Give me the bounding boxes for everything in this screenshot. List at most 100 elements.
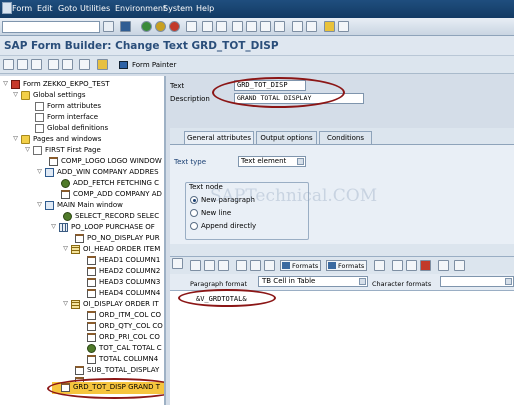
find-replace-icon[interactable] [236, 260, 247, 271]
radio-new-line-label: New line [201, 209, 232, 217]
description-label: Description [170, 95, 210, 103]
radio-append-directly[interactable] [190, 222, 198, 230]
copy-icon[interactable] [204, 260, 215, 271]
back-icon[interactable] [141, 21, 152, 32]
loop-icon [59, 223, 68, 232]
editor-toolbar: Formats Formats [170, 256, 514, 272]
tab-general-attributes[interactable]: General attributes [184, 131, 254, 144]
redo-icon[interactable] [264, 260, 275, 271]
menu-goto[interactable]: Goto [58, 4, 77, 13]
menu-utilities[interactable]: Utilities [80, 4, 110, 13]
collapse-icon[interactable]: ▽ [62, 246, 69, 253]
activate-icon[interactable] [48, 59, 59, 70]
character-format-label: Character formats [372, 280, 432, 288]
text-editor-icon[interactable] [438, 260, 449, 271]
cut-icon[interactable] [190, 260, 201, 271]
paste-icon[interactable] [218, 260, 229, 271]
menu-environment[interactable]: Environment [115, 4, 166, 13]
text-type-label: Text type [174, 158, 207, 166]
program-lines-icon [63, 212, 72, 221]
collapse-icon[interactable]: ▽ [50, 224, 57, 231]
dropdown-icon[interactable] [103, 21, 114, 32]
menu-edit[interactable]: Edit [37, 4, 53, 13]
text-type-select[interactable]: Text element [238, 156, 306, 167]
menu-system[interactable]: System [163, 4, 193, 13]
navigation-tree[interactable]: ▽ Form ZEKKO_EKPO_TEST ▽ Global settings F… [0, 76, 166, 405]
menu-help[interactable]: Help [196, 4, 214, 13]
command-field[interactable] [2, 21, 100, 33]
watermark: SAPTechnical.COM [210, 186, 378, 206]
template-icon [71, 300, 80, 309]
print-preview-icon[interactable] [454, 260, 465, 271]
last-page-icon[interactable] [274, 21, 285, 32]
exit-icon[interactable] [155, 21, 166, 32]
check-icon[interactable] [17, 59, 28, 70]
shortcut-icon[interactable] [306, 21, 317, 32]
print-icon[interactable] [186, 21, 197, 32]
text-editor[interactable] [170, 290, 514, 405]
command-input[interactable] [3, 22, 99, 32]
paragraph-mark-icon[interactable] [374, 260, 385, 271]
text-icon [75, 366, 84, 375]
window-icon [45, 168, 54, 177]
menu-form[interactable]: Form [12, 4, 32, 13]
find-icon[interactable] [202, 21, 213, 32]
dropdown-arrow-icon[interactable] [359, 278, 366, 285]
dropdown-arrow-icon[interactable] [297, 158, 304, 165]
text-icon [87, 278, 96, 287]
collapse-icon[interactable]: ▽ [36, 202, 43, 209]
find-next-icon[interactable] [216, 21, 227, 32]
collapse-icon[interactable]: ▽ [24, 147, 31, 154]
tab-output-options[interactable]: Output options [256, 131, 317, 144]
collapse-icon[interactable]: ▽ [62, 301, 69, 308]
text-icon [87, 256, 96, 265]
first-page-icon[interactable] [232, 21, 243, 32]
text-icon [87, 355, 96, 364]
save-icon[interactable] [120, 21, 131, 32]
radio-new-paragraph[interactable] [190, 196, 198, 204]
text-icon [87, 289, 96, 298]
dropdown-arrow-icon[interactable] [505, 278, 512, 285]
cancel-icon[interactable] [169, 21, 180, 32]
text-type-value: Text element [241, 157, 287, 165]
formats-button-2[interactable]: Formats [326, 260, 368, 271]
next-page-icon[interactable] [260, 21, 271, 32]
help-icon[interactable] [324, 21, 335, 32]
graphic-icon [49, 157, 58, 166]
editor-mode-icon[interactable] [172, 258, 183, 269]
form-painter-toggle-icon[interactable] [97, 59, 108, 70]
window-icon [45, 201, 54, 210]
new-session-icon[interactable] [292, 21, 303, 32]
collapse-icon[interactable]: ▽ [2, 81, 9, 88]
sap-logo-icon [2, 2, 12, 14]
text-icon [87, 322, 96, 331]
previous-page-icon[interactable] [246, 21, 257, 32]
field-list-icon[interactable] [79, 59, 90, 70]
formats-icon [282, 262, 290, 269]
collapse-icon[interactable]: ▽ [12, 92, 19, 99]
edit-field-icon[interactable] [406, 260, 417, 271]
paragraph-format-select[interactable]: TB Cell in Table [258, 276, 368, 287]
text-label: Text [170, 82, 185, 90]
undo-icon[interactable] [250, 260, 261, 271]
standard-toolbar [0, 18, 514, 36]
tab-conditions[interactable]: Conditions [319, 131, 372, 144]
radio-append-directly-label: Append directly [201, 222, 257, 230]
collapse-icon[interactable]: ▽ [36, 169, 43, 176]
delete-field-icon[interactable] [420, 260, 431, 271]
page-title: SAP Form Builder: Change Text GRD_TOT_DI… [4, 40, 279, 52]
text-icon [75, 234, 84, 243]
test-icon[interactable] [31, 59, 42, 70]
annotation-oval-fields [212, 77, 345, 108]
insert-field-icon[interactable] [392, 260, 403, 271]
display-change-icon[interactable] [3, 59, 14, 70]
layout-toggle-icon[interactable] [62, 59, 73, 70]
character-format-select[interactable] [440, 276, 514, 287]
collapse-icon[interactable]: ▽ [12, 136, 19, 143]
form-painter-button[interactable]: Form Painter [118, 59, 176, 71]
radio-new-line[interactable] [190, 209, 198, 217]
paragraph-format-label: Paragraph format [190, 280, 248, 288]
document-icon [35, 102, 44, 111]
formats-button-1[interactable]: Formats [280, 260, 322, 271]
layout-icon[interactable] [338, 21, 349, 32]
